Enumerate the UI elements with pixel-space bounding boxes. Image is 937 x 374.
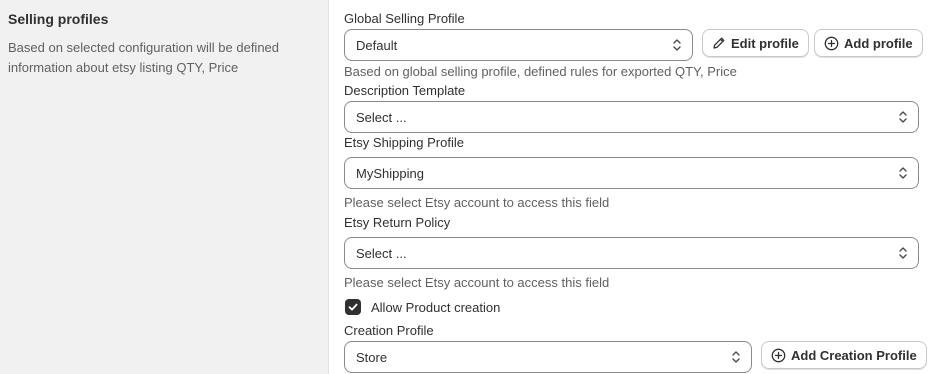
select-chevron-icon xyxy=(899,111,907,123)
description-template-value: Select ... xyxy=(356,109,407,125)
edit-profile-label: Edit profile xyxy=(731,35,799,51)
shipping-profile-select[interactable]: MyShipping xyxy=(344,157,919,189)
global-profile-value: Default xyxy=(356,37,398,53)
description-template-select[interactable]: Select ... xyxy=(344,101,919,133)
allow-creation-label[interactable]: Allow Product creation xyxy=(371,300,500,316)
select-chevron-icon xyxy=(899,247,907,259)
settings-card: Global Selling Profile Default Edit prof… xyxy=(328,0,937,374)
global-profile-select[interactable]: Default xyxy=(344,29,693,61)
global-profile-label: Global Selling Profile xyxy=(344,11,465,26)
select-chevron-icon xyxy=(732,351,740,363)
return-policy-select[interactable]: Select ... xyxy=(344,237,919,269)
shipping-profile-value: MyShipping xyxy=(356,165,424,181)
edit-profile-button[interactable]: Edit profile xyxy=(702,29,809,57)
return-policy-help: Please select Etsy account to access thi… xyxy=(344,275,610,290)
select-chevron-icon xyxy=(673,39,681,51)
pencil-icon xyxy=(713,37,725,49)
plus-circle-icon xyxy=(771,348,786,362)
description-template-label: Description Template xyxy=(344,83,466,98)
plus-circle-icon xyxy=(824,36,839,50)
add-profile-button[interactable]: Add profile xyxy=(814,29,923,57)
creation-profile-value: Store xyxy=(356,349,388,365)
add-creation-profile-label: Add Creation Profile xyxy=(791,347,917,363)
shipping-profile-label: Etsy Shipping Profile xyxy=(344,135,464,150)
creation-profile-select[interactable]: Store xyxy=(344,341,752,373)
allow-creation-checkbox[interactable] xyxy=(345,299,361,315)
section-title: Selling profiles xyxy=(8,11,109,27)
shipping-profile-help: Please select Etsy account to access thi… xyxy=(344,195,610,210)
add-creation-profile-button[interactable]: Add Creation Profile xyxy=(761,341,927,369)
section-sidebar: Selling profiles Based on selected confi… xyxy=(8,10,308,78)
return-policy-value: Select ... xyxy=(356,245,407,261)
global-profile-help: Based on global selling profile, defined… xyxy=(344,64,737,79)
return-policy-label: Etsy Return Policy xyxy=(344,215,451,230)
creation-profile-label: Creation Profile xyxy=(344,323,434,338)
select-chevron-icon xyxy=(899,167,907,179)
checkmark-icon xyxy=(348,303,358,311)
add-profile-label: Add profile xyxy=(844,35,913,51)
section-description: Based on selected configuration will be … xyxy=(8,40,280,75)
